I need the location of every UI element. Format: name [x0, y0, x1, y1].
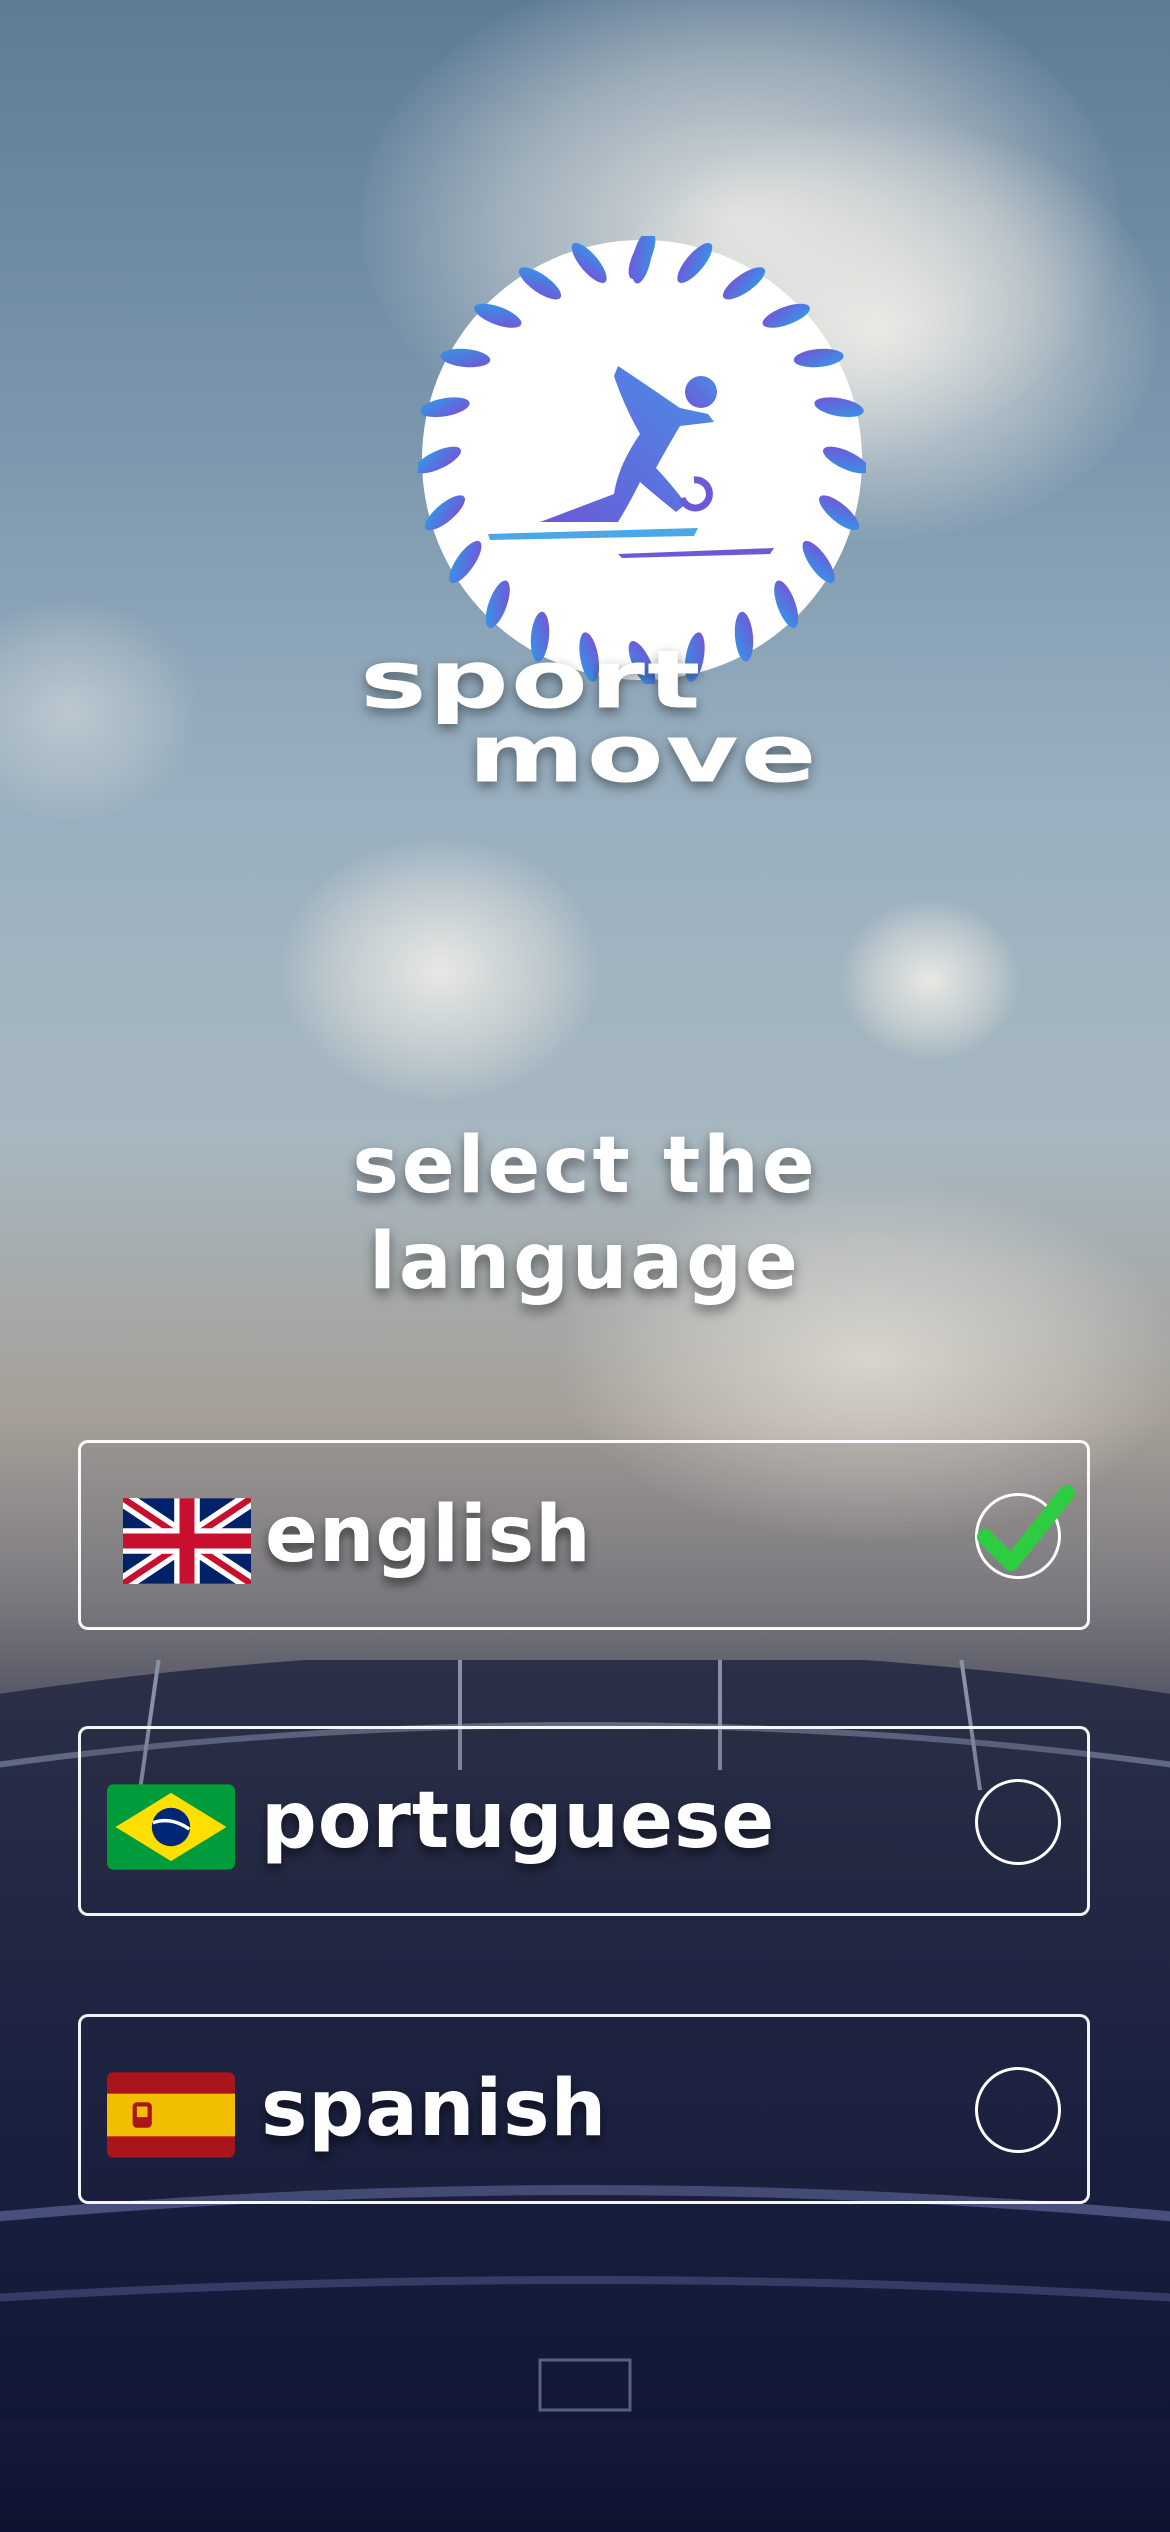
brazil-flag-icon: [107, 1784, 235, 1870]
language-selection-screen: sport move select the language english p…: [0, 0, 1170, 2532]
spain-flag-icon: [107, 2072, 235, 2158]
brand-line-2: move: [468, 707, 819, 802]
language-label-portuguese: portuguese: [261, 1776, 776, 1866]
background-cloud: [840, 900, 1020, 1060]
uk-flag-icon: [123, 1498, 251, 1584]
page-title-line-2: language: [369, 1217, 801, 1307]
language-option-english[interactable]: english: [78, 1440, 1090, 1630]
language-option-portuguese[interactable]: portuguese: [78, 1726, 1090, 1916]
page-title-line-1: select the: [352, 1121, 818, 1211]
checkmark-icon: [977, 1485, 1075, 1571]
background-cloud: [280, 840, 600, 1100]
app-logo: [415, 232, 869, 687]
language-label-spanish: spanish: [261, 2064, 608, 2154]
language-label-english: english: [265, 1490, 592, 1580]
radio-button-spanish[interactable]: [975, 2067, 1061, 2153]
background-cloud: [0, 600, 200, 820]
language-option-spanish[interactable]: spanish: [78, 2014, 1090, 2204]
brand-name: sport move: [360, 640, 1000, 840]
radio-button-portuguese[interactable]: [975, 1779, 1061, 1865]
sport-move-logo-icon: [415, 232, 869, 687]
page-title: select the language: [0, 1118, 1170, 1310]
